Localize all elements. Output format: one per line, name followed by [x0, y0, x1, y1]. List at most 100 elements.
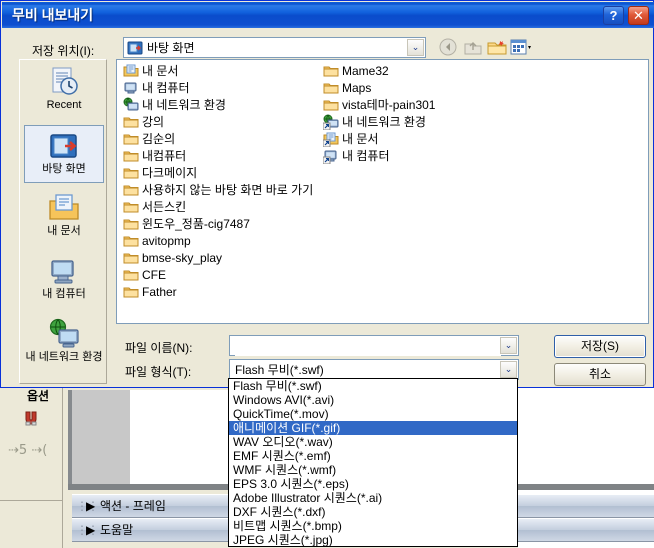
- file-list-item[interactable]: 강의: [123, 114, 164, 131]
- file-list-item-label: Maps: [342, 81, 372, 95]
- views-button[interactable]: [510, 37, 532, 58]
- file-type-dropdown-list[interactable]: Flash 무비(*.swf) Windows AVI(*.avi) QuickTi…: [228, 378, 518, 547]
- file-list[interactable]: 내 문서 내 컴퓨터 내 네트워크 환경 강의 김순의 내컴퓨터 다크메이지 사용하지 않는 …: [116, 59, 649, 324]
- file-type-option[interactable]: DXF 시퀀스(*.dxf): [229, 505, 517, 519]
- file-type-option[interactable]: EPS 3.0 시퀀스(*.eps): [229, 477, 517, 491]
- desktop-folder-icon: [127, 40, 143, 56]
- file-list-item-label: vista테마-pain301: [342, 98, 436, 112]
- desktop-icon: [48, 130, 80, 162]
- place-item-5[interactable]: 내 네트워크 환경: [24, 314, 104, 372]
- folder-icon: [123, 284, 139, 300]
- chevron-down-icon[interactable]: ⌄: [407, 39, 424, 56]
- file-type-option[interactable]: 비트맵 시퀀스(*.bmp): [229, 519, 517, 533]
- file-list-item[interactable]: 내 네트워크 환경: [322, 114, 426, 131]
- folder-icon: [123, 250, 139, 266]
- file-name-input[interactable]: [235, 338, 501, 356]
- folder-icon: [123, 267, 139, 283]
- file-list-item[interactable]: CFE: [123, 267, 166, 284]
- place-item-1[interactable]: Recent: [24, 62, 104, 120]
- file-list-item-label: 내 문서: [342, 132, 379, 146]
- folder-icon: [323, 80, 339, 96]
- file-list-item-label: Father: [142, 285, 177, 299]
- file-list-item[interactable]: 다크메이지: [123, 165, 197, 182]
- file-list-item[interactable]: avitopmp: [123, 233, 191, 250]
- file-list-item-label: 다크메이지: [142, 166, 198, 180]
- file-type-option[interactable]: Adobe Illustrator 시퀀스(*.ai): [229, 491, 517, 505]
- file-name-combobox[interactable]: ⌄: [229, 335, 519, 356]
- my-documents-icon: [48, 192, 80, 224]
- file-type-option[interactable]: EMF 시퀀스(*.emf): [229, 449, 517, 463]
- file-list-item[interactable]: Mame32: [323, 63, 389, 80]
- file-list-item-label: 내 네트워크 환경: [142, 98, 226, 112]
- file-list-item[interactable]: 내컴퓨터: [123, 148, 186, 165]
- panel-grip-icon: ⋮⋮: [76, 499, 99, 513]
- documents-shortcut-icon: [322, 131, 339, 148]
- file-name-label: 파일 이름(N):: [125, 341, 193, 355]
- file-list-item[interactable]: 내 문서: [123, 63, 178, 80]
- file-list-item[interactable]: 서든스킨: [123, 199, 186, 216]
- folder-icon: [123, 114, 139, 130]
- folder-icon: [123, 131, 139, 147]
- place-item-2[interactable]: 바탕 화면: [24, 125, 104, 183]
- file-list-item[interactable]: Father: [123, 284, 177, 301]
- file-list-item-label: 사용하지 않는 바탕 화면 바로 가기: [142, 183, 314, 197]
- file-list-item[interactable]: vista테마-pain301: [323, 97, 435, 114]
- place-item-3[interactable]: 내 문서: [24, 188, 104, 246]
- network-shortcut-icon: [322, 114, 339, 131]
- file-list-item-label: bmse-sky_play: [142, 251, 223, 265]
- file-type-combobox[interactable]: Flash 무비(*.swf) ⌄: [229, 359, 519, 380]
- magnet-icon[interactable]: [22, 409, 40, 427]
- my-network-places-icon: [48, 318, 80, 350]
- file-list-item[interactable]: bmse-sky_play: [123, 250, 222, 267]
- panel-grip-icon: ⋮⋮: [76, 523, 99, 537]
- file-list-item-label: 내컴퓨터: [142, 149, 187, 163]
- folder-icon: [123, 165, 139, 181]
- expand-arrow-icon[interactable]: ▶: [86, 519, 100, 541]
- file-list-item-label: 내 컴퓨터: [342, 149, 390, 163]
- chevron-down-icon[interactable]: ⌄: [500, 361, 517, 378]
- help-button[interactable]: ?: [603, 6, 624, 25]
- my-computer-icon: [123, 80, 139, 96]
- file-type-option[interactable]: JPEG 시퀀스(*.jpg): [229, 533, 517, 546]
- file-list-item-label: CFE: [142, 268, 166, 282]
- file-type-option[interactable]: 애니메이션 GIF(*.gif): [229, 421, 517, 435]
- file-list-item[interactable]: 김순의: [123, 131, 175, 148]
- new-folder-button[interactable]: [486, 37, 508, 58]
- look-in-value: 바탕 화면: [147, 41, 195, 55]
- file-list-item[interactable]: 윈도우_정품-cig7487: [123, 216, 250, 233]
- look-in-label-text: 저장 위치(I):: [32, 44, 95, 58]
- stage-gray-area: [72, 390, 130, 484]
- file-list-item[interactable]: 내 컴퓨터: [123, 80, 190, 97]
- look-in-combobox[interactable]: 바탕 화면 ⌄: [123, 37, 426, 58]
- file-list-item[interactable]: 내 네트워크 환경: [123, 97, 226, 114]
- file-type-option[interactable]: Windows AVI(*.avi): [229, 393, 517, 407]
- close-button[interactable]: ✕: [628, 6, 649, 25]
- file-list-item[interactable]: 사용하지 않는 바탕 화면 바로 가기: [123, 182, 313, 199]
- file-list-item-label: 강의: [142, 115, 165, 129]
- folder-icon: [123, 233, 139, 249]
- file-list-item[interactable]: 내 컴퓨터: [322, 148, 390, 165]
- cancel-button[interactable]: 취소: [554, 363, 646, 386]
- expand-arrow-icon[interactable]: ▶: [86, 495, 100, 517]
- snap-tool-icons[interactable]: ⇢5 ⇢(: [8, 440, 60, 458]
- back-button[interactable]: [438, 37, 460, 58]
- file-type-label: 파일 형식(T):: [125, 365, 192, 379]
- file-type-option[interactable]: WAV 오디오(*.wav): [229, 435, 517, 449]
- up-one-level-button[interactable]: [462, 37, 484, 58]
- panel-help-label: 도움말: [100, 523, 134, 537]
- file-list-item[interactable]: Maps: [323, 80, 371, 97]
- place-item-4[interactable]: 내 컴퓨터: [24, 251, 104, 309]
- file-type-option[interactable]: QuickTime(*.mov): [229, 407, 517, 421]
- save-button[interactable]: 저장(S): [554, 335, 646, 358]
- file-list-item[interactable]: 내 문서: [322, 131, 379, 148]
- file-list-item-label: 내 네트워크 환경: [342, 115, 426, 129]
- file-type-option[interactable]: WMF 시퀀스(*.wmf): [229, 463, 517, 477]
- place-item-label: 바탕 화면: [42, 163, 86, 175]
- chevron-down-icon[interactable]: ⌄: [500, 337, 517, 354]
- file-type-option[interactable]: Flash 무비(*.swf): [229, 379, 517, 393]
- file-list-item-label: 윈도우_정품-cig7487: [142, 217, 250, 231]
- dialog-titlebar[interactable]: 무비 내보내기 ? ✕: [2, 2, 654, 28]
- folder-icon: [123, 216, 139, 232]
- file-list-item-label: 김순의: [142, 132, 176, 146]
- my-documents-icon: [123, 63, 139, 79]
